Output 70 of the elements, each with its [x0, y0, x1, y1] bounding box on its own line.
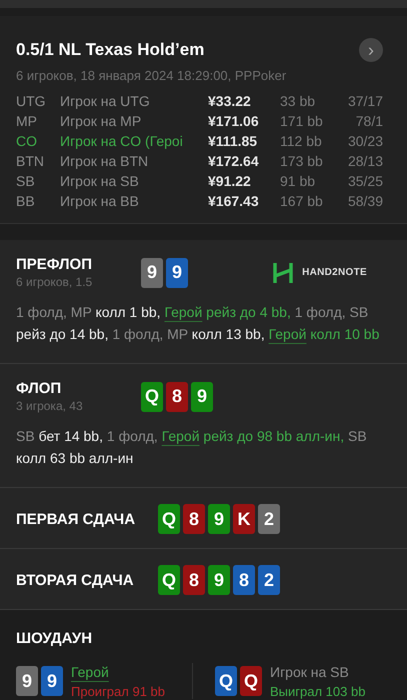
- hand-title: 0.5/1 NL Texas Hold’em: [16, 40, 204, 60]
- playing-card: 9: [208, 565, 230, 595]
- hand-subtitle: 6 игроков, 18 января 2024 18:29:00, PPPoker: [16, 68, 288, 83]
- playing-card: 9: [141, 258, 163, 288]
- playing-card: Q: [158, 504, 180, 534]
- playing-card: 9: [16, 666, 38, 696]
- playing-card: K: [233, 504, 255, 534]
- position-label: MP: [16, 113, 38, 129]
- position-label: CO: [16, 133, 38, 149]
- playing-card: Q: [240, 666, 262, 696]
- hero-link[interactable]: Герой: [162, 428, 200, 444]
- street-title: ШОУДАУН: [16, 630, 94, 647]
- street-title: ВТОРАЯ СДАЧА: [16, 572, 135, 588]
- playing-card: Q: [141, 382, 163, 412]
- hero-link[interactable]: Герой: [268, 326, 306, 342]
- stack-amount: ¥33.22: [208, 93, 252, 109]
- playing-card: 8: [183, 504, 205, 534]
- playing-card: Q: [215, 666, 237, 696]
- playing-card: Q: [158, 565, 180, 595]
- position-label: BTN: [16, 153, 45, 169]
- player-name: Игрок на BB: [60, 193, 140, 209]
- player-name: Игрок на MP: [60, 113, 142, 129]
- stack-amount: ¥111.85: [208, 133, 258, 149]
- player-stats: 35/25: [346, 173, 383, 189]
- street-title: ФЛОП: [16, 380, 62, 397]
- playing-card: 2: [258, 565, 280, 595]
- action-summary: SB бет 14 bb, 1 фолд, Герой рейз до 98 bb алл-ин, SB колл 63 bb алл-ин: [16, 427, 368, 468]
- street-info: 3 игрока, 43: [16, 399, 84, 413]
- player-name: Игрок на UTG: [60, 93, 151, 109]
- stack-amount: ¥172.64: [208, 153, 260, 169]
- street-title: ПЕРВАЯ СДАЧА: [16, 510, 136, 528]
- street-info: 6 игроков, 1.5: [16, 275, 94, 289]
- player-name: Игрок на BTN: [60, 153, 150, 169]
- playing-card: 2: [258, 504, 280, 534]
- player-stats: 78/1: [354, 113, 383, 129]
- result-text: Проиграл 91 bb: [71, 684, 165, 698]
- player-stats: 30/23: [346, 133, 383, 149]
- stack-amount: ¥91.22: [208, 173, 252, 189]
- playing-card: 8: [166, 382, 188, 412]
- stack-bb: 173 bb: [280, 153, 324, 169]
- player-name: Игрок на CO (Герoi: [60, 133, 184, 149]
- position-label: SB: [16, 173, 36, 189]
- playing-card: 9: [191, 382, 213, 412]
- logo-text: HAND2NOTE: [302, 267, 367, 278]
- player-name: Игрок на SB: [60, 173, 140, 189]
- playing-card: 9: [41, 666, 63, 696]
- player-stats: 28/13: [346, 153, 383, 169]
- stack-bb: 171 bb: [280, 113, 324, 129]
- action-summary: 1 фолд, MP колл 1 bb, Герой рейз до 4 bb, 1 фолд, SB рейз до 14 bb, 1 фолд, MP колл 13 bb, Герой колл 10 bb: [16, 303, 380, 344]
- position-label: BB: [16, 193, 36, 209]
- player-name: Игрок на SB: [270, 664, 350, 680]
- result-text: Выиграл 103 bb: [270, 684, 366, 698]
- playing-card: 9: [166, 258, 188, 288]
- stack-amount: ¥171.06: [208, 113, 260, 129]
- player-stats: 58/39: [346, 193, 383, 209]
- stack-amount: ¥167.43: [208, 193, 260, 209]
- playing-card: 8: [183, 565, 205, 595]
- position-label: UTG: [16, 93, 47, 109]
- player-name[interactable]: Герой: [71, 664, 165, 680]
- playing-card: 9: [208, 504, 230, 534]
- playing-card: 8: [233, 565, 255, 595]
- street-title: ПРЕФЛОП: [16, 256, 93, 273]
- stack-bb: 91 bb: [280, 173, 316, 189]
- stack-bb: 112 bb: [280, 133, 323, 149]
- stack-bb: 33 bb: [280, 93, 316, 109]
- next-button[interactable]: ›: [359, 38, 383, 62]
- stack-bb: 167 bb: [280, 193, 324, 209]
- logo-icon: [272, 260, 294, 284]
- player-stats: 37/17: [346, 93, 383, 109]
- hero-link[interactable]: Герой: [164, 304, 202, 320]
